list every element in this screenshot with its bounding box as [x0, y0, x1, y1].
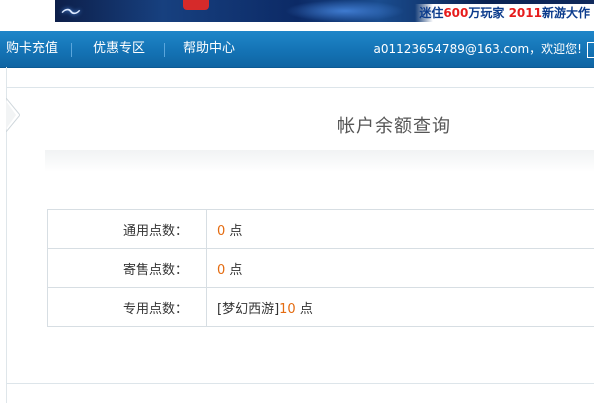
points-unit: 点	[229, 262, 243, 278]
dedicated-points-value-cell: [梦幻西游]10 点	[206, 287, 594, 327]
user-greeting: a01123654789@163.com，欢迎您!	[373, 42, 583, 56]
title-shadow-band	[45, 150, 594, 172]
table-row: 通用点数： 0 点	[47, 209, 594, 249]
main-nav-bar: 购卡充值 优惠专区 帮助中心 a01123654789@163.com，欢迎您!	[0, 31, 594, 68]
nav-item-recharge[interactable]: 购卡充值	[6, 31, 58, 67]
balance-table: 通用点数： 0 点 寄售点数： 0 点 专用点数： [梦幻西游]10 点	[47, 209, 594, 327]
banner-promo-text: 迷住600万玩家 2011新游大作	[415, 4, 594, 22]
consignment-points-value-cell: 0 点	[206, 248, 594, 288]
content-top-divider	[6, 87, 594, 88]
nav-separator	[71, 43, 72, 57]
table-row: 专用点数： [梦幻西游]10 点	[47, 287, 594, 327]
nav-item-discounts[interactable]: 优惠专区	[93, 31, 145, 67]
nav-bracket-icon	[587, 42, 594, 58]
promo-mid: 万玩家	[468, 6, 509, 20]
general-points-value: 0	[217, 223, 226, 239]
dedicated-points-value: 10	[279, 301, 296, 317]
banner-glow	[285, 0, 405, 22]
game-banner[interactable]: ～ 迷住600万玩家 2011新游大作	[55, 0, 594, 22]
collapse-arrow-icon[interactable]	[6, 98, 20, 132]
banner-game-logo: ～	[59, 0, 81, 22]
top-strip: ～ 迷住600万玩家 2011新游大作	[0, 0, 594, 27]
nav-separator	[164, 43, 165, 57]
banner-badge	[183, 0, 209, 10]
points-unit: 点	[299, 301, 313, 317]
content-bottom-divider	[6, 383, 594, 384]
promo-suffix: 新游大作	[541, 6, 590, 20]
general-points-label: 通用点数：	[47, 209, 207, 249]
dedicated-points-label: 专用点数：	[47, 287, 207, 327]
consignment-points-value: 0	[217, 262, 226, 278]
general-points-value-cell: 0 点	[206, 209, 594, 249]
promo-prefix: 迷住	[419, 6, 444, 20]
page-title: 帐户余额查询	[337, 116, 451, 137]
promo-year: 2011	[508, 6, 542, 20]
consignment-points-label: 寄售点数：	[47, 248, 207, 288]
table-row: 寄售点数： 0 点	[47, 248, 594, 288]
game-name-prefix: [梦幻西游]	[217, 301, 280, 317]
points-unit: 点	[229, 223, 243, 239]
nav-item-help[interactable]: 帮助中心	[183, 31, 235, 67]
promo-count: 600	[443, 6, 469, 20]
